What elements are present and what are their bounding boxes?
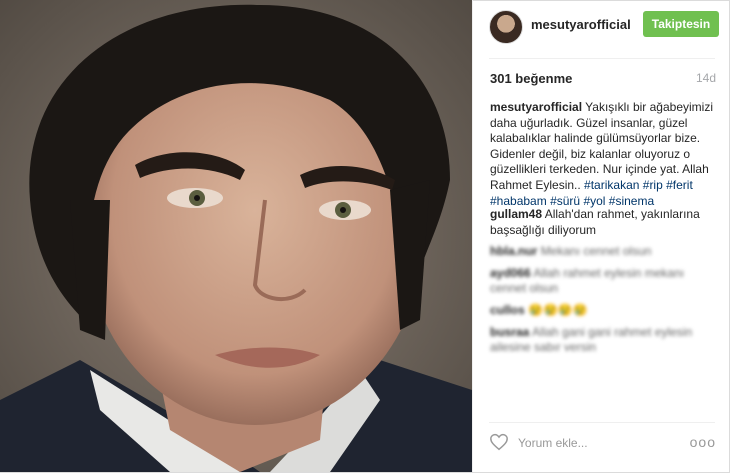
hashtag[interactable]: #sürü: [550, 194, 580, 208]
list-item: ayd066 Allah rahmet eylesin mekanı cenne…: [490, 266, 718, 297]
hashtag[interactable]: #ferit: [666, 178, 693, 192]
caption-username[interactable]: mesutyarofficial: [490, 100, 582, 114]
list-item: gullam48 Allah'dan rahmet, yakınlarına b…: [490, 207, 718, 238]
comment-username[interactable]: hbla.nur: [490, 244, 537, 258]
post-photo[interactable]: [0, 0, 472, 472]
divider: [489, 58, 715, 59]
comment-username[interactable]: busraa: [490, 325, 529, 339]
hashtag[interactable]: #tarikakan: [584, 178, 639, 192]
avatar[interactable]: [489, 10, 523, 44]
more-options-icon[interactable]: ooo: [690, 434, 716, 450]
like-count[interactable]: 301 beğenme: [490, 71, 572, 86]
hashtag[interactable]: #rip: [643, 178, 663, 192]
hashtag[interactable]: #yol: [583, 194, 605, 208]
comment-list: gullam48 Allah'dan rahmet, yakınlarına b…: [490, 207, 718, 362]
follow-button[interactable]: Takiptesin: [643, 11, 719, 37]
header-username[interactable]: mesutyarofficial: [531, 17, 631, 32]
comment-text: Mekanı cennet olsun: [540, 244, 652, 259]
list-item: busraa Allah gani gani rahmet eylesin ai…: [490, 325, 718, 356]
comment-username[interactable]: cullos: [490, 303, 525, 317]
comment-text: 😢😢😢😢: [528, 302, 588, 317]
comment-username[interactable]: ayd066: [490, 266, 531, 280]
caption: mesutyarofficial Yakışıklı bir ağabeyimi…: [490, 100, 718, 209]
list-item: hbla.nur Mekanı cennet olsun: [490, 244, 718, 260]
portrait-image: [0, 0, 472, 472]
heart-icon[interactable]: [489, 433, 509, 451]
hashtag[interactable]: #hababam: [490, 194, 547, 208]
post-header: mesutyarofficial Takiptesin: [473, 0, 730, 52]
comment-username[interactable]: gullam48: [490, 207, 542, 221]
post-time[interactable]: 14d: [696, 71, 716, 85]
hashtag[interactable]: #sinema: [609, 194, 654, 208]
list-item: cullos 😢😢😢😢: [490, 303, 718, 319]
post-side-panel: mesutyarofficial Takiptesin 301 beğenme …: [472, 0, 730, 472]
comment-input[interactable]: Yorum ekle...: [518, 436, 588, 450]
divider: [489, 422, 715, 423]
